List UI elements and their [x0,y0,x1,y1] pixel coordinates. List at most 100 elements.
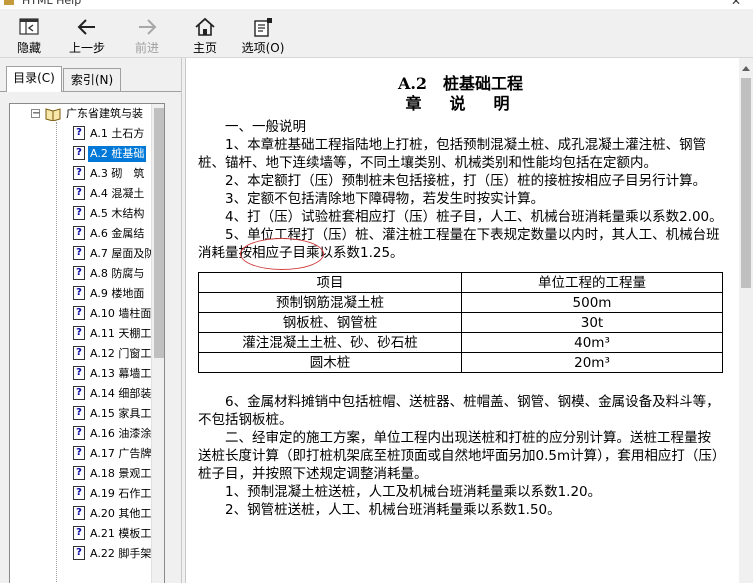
forward-button[interactable]: 前进 [120,15,174,57]
tree-item-text: 石作工 [118,487,152,500]
help-page-icon: ? [73,506,85,520]
content-scrollbar[interactable] [739,58,753,583]
collapse-icon[interactable]: − [31,109,40,119]
tree-item[interactable]: ? A.8 防腐与 [10,264,164,284]
tree-item-number: A.8 [90,267,108,280]
hide-button[interactable]: 隐藏 [2,15,56,57]
help-page-icon: ? [73,326,85,340]
tree-item[interactable]: ? A.7 屋面及防 [10,244,164,264]
options-icon [254,18,272,37]
tree-item[interactable]: ? A.14 细部装 [10,384,164,404]
tree-item[interactable]: ? A.12 门窗工 [10,344,164,364]
help-page-icon: ? [73,366,85,380]
tree-item-text: 墙柱面 [118,307,152,320]
paragraph: 1、本章桩基础工程指陆地上打桩，包括预制混凝土桩、成孔混凝土灌注桩、钢管桩、锚杆… [198,137,707,171]
tree-item[interactable]: ? A.17 广告牌 [10,444,164,464]
tree-item-text: 防腐与 [111,267,145,280]
tree-item[interactable]: ? A.18 景观工 [10,464,164,484]
tree-item-label: A.20 其他工 [88,506,153,522]
paragraph: 4、打（压）试验桩套相应打（压）桩子目，人工、机械台班消耗量乘以系数2.00。 [225,209,723,225]
paragraph: 二、经审定的施工方案，单位工程内出现送桩和打桩的应分别计算。送桩工程量按送桩长度… [198,430,719,482]
tree-item[interactable]: ? A.2 桩基础 [10,144,164,164]
navigation-pane: 目录(C) 索引(N) − 广东省建筑与装 ? A.1 土石方? A.2 桩基础? A… [0,58,182,583]
tree-item[interactable]: ? A.13 幕墙工 [10,364,164,384]
help-page-icon: ? [73,546,85,560]
red-annotation-circle [240,238,324,270]
home-button[interactable]: 主页 [178,15,232,57]
tree-root-label: 广东省建筑与装 [66,107,143,120]
table-row: 预制钢筋混凝土桩 500m [198,292,723,313]
tree-item-number: A.12 [90,347,115,360]
table-header-row: 项目 单位工程的工程量 [198,272,723,293]
help-page-icon: ? [73,526,85,540]
tree-item[interactable]: ? A.9 楼地面 [10,284,164,304]
tree-item-number: A.3 [90,167,108,180]
scroll-up-icon[interactable] [742,66,750,71]
tree-root[interactable]: − 广东省建筑与装 [10,104,164,124]
help-page-icon: ? [73,446,85,460]
tree-item-number: A.6 [90,227,108,240]
help-page-icon: ? [73,406,85,420]
tree-item-text: 土石方 [111,127,145,140]
tree-item-text: 桩基础 [111,147,145,160]
tree-scrollbar[interactable] [151,104,164,583]
tree-item-text: 楼地面 [111,287,145,300]
tree-item-label: A.6 金属结 [88,226,146,242]
tree-item-text: 幕墙工 [118,367,152,380]
tab-index[interactable]: 索引(N) [63,68,121,92]
help-page-icon: ? [73,386,85,400]
tree-item-text: 脚手架 [118,547,152,560]
tree-item[interactable]: ? A.1 土石方 [10,124,164,144]
tree-scrollbar-thumb[interactable] [154,108,164,358]
tree-item-text: 混凝土 [111,187,145,200]
tree-item[interactable]: ? A.6 金属结 [10,224,164,244]
tree-item-label: A.9 楼地面 [88,286,146,302]
back-button[interactable]: 上一步 [60,15,114,57]
tree-item[interactable]: ? A.4 混凝土 [10,184,164,204]
options-button[interactable]: 选项(O) [236,15,290,57]
table-cell: 20m³ [461,352,723,373]
content-scrollbar-thumb[interactable] [741,78,751,288]
tree-item-text: 家具工 [118,407,152,420]
tree-item-label: A.14 细部装 [88,386,153,402]
tree-item-text: 景观工 [118,467,152,480]
tree-item-number: A.15 [90,407,115,420]
tree-item[interactable]: ? A.22 脚手架 [10,544,164,564]
tree-item-number: A.17 [90,447,115,460]
help-app-icon [4,0,14,5]
tree-item-number: A.9 [90,287,108,300]
table-cell: 钢板桩、钢管桩 [198,312,462,333]
tree-item[interactable]: ? A.21 模板工 [10,524,164,544]
table-cell: 预制钢筋混凝土桩 [198,292,462,313]
tab-contents[interactable]: 目录(C) [6,66,62,92]
page-subtitle: 章 说 明 [405,94,516,113]
page-title: A.2 桩基础工程 [397,74,524,93]
tree-item-label: A.10 墙柱面 [88,306,153,322]
tree-item[interactable]: ? A.16 油漆涂 [10,424,164,444]
tree-item-label: A.22 脚手架 [88,546,153,562]
tree-item[interactable]: ? A.19 石作工 [10,484,164,504]
tree-item[interactable]: ? A.11 天棚工 [10,324,164,344]
tree-item[interactable]: ? A.15 家具工 [10,404,164,424]
window-title: HTML Help [22,0,82,7]
tree-item[interactable]: ? A.5 木结构 [10,204,164,224]
close-icon[interactable]: ✕ [731,0,741,8]
tree-item[interactable]: ? A.10 墙柱面 [10,304,164,324]
tree-item-number: A.22 [90,547,115,560]
tree-item-number: A.2 [90,147,108,160]
tree-item-number: A.21 [90,527,115,540]
paragraph: 2、钢管桩送桩，人工、机械台班消耗量乘以系数1.50。 [225,502,561,518]
table-cell: 500m [461,292,723,313]
tree-item-label: A.13 幕墙工 [88,366,153,382]
help-page-icon: ? [73,266,85,280]
paragraph: 3、定额不包括清除地下障碍物，若发生时按实计算。 [225,191,545,207]
tree-item-text: 砌 筑 [111,167,145,180]
toolbar: 隐藏 上一步 前进 主页 选项(O) [0,9,753,58]
help-page-icon: ? [73,306,85,320]
paragraph: 6、金属材料摊销中包括桩帽、送桩器、桩帽盖、钢管、钢模、金属设备及料斗等，不包括… [198,394,720,428]
tree-item-label: A.11 天棚工 [88,326,153,342]
table-row: 圆木桩 20m³ [198,352,723,373]
tree-item[interactable]: ? A.20 其他工 [10,504,164,524]
tree-item-text: 油漆涂 [118,427,152,440]
tree-item[interactable]: ? A.3 砌 筑 [10,164,164,184]
